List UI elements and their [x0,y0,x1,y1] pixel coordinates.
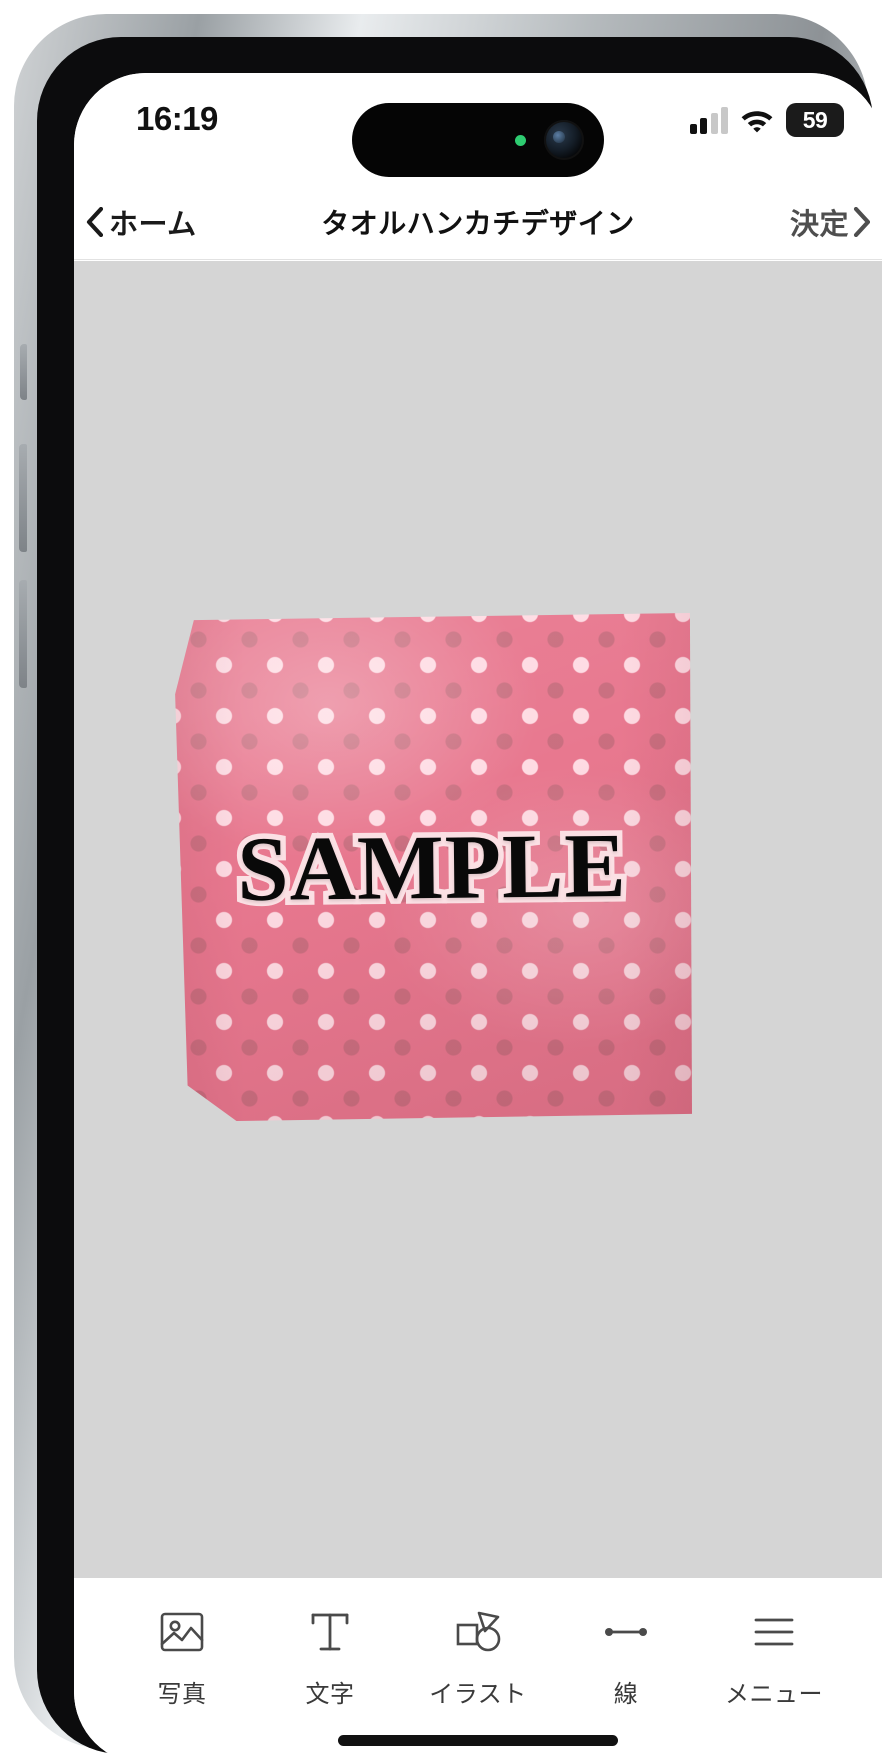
silent-switch-button[interactable] [20,344,27,400]
tool-illustration-label: イラスト [429,1681,527,1708]
tool-menu-label: メニュー [725,1681,823,1708]
tool-photo[interactable]: 写真 [118,1604,246,1709]
volume-up-button[interactable] [19,444,27,552]
front-camera-icon [544,120,584,160]
phone-screen: 16:19 59 ホーム タオルハンカチデザイン 決定 SAMPLE 写真 文字… [74,73,882,1764]
tool-line[interactable]: 線 [562,1604,690,1709]
green-recording-dot-icon [515,134,526,146]
hamburger-menu-icon [746,1604,802,1660]
back-button-label: ホーム [109,209,197,241]
tool-photo-label: 写真 [157,1681,207,1708]
page-title: タオルハンカチデザイン [321,208,635,239]
line-icon [598,1604,654,1660]
confirm-button[interactable]: 決定 [790,201,870,243]
tool-text[interactable]: 文字 [266,1604,394,1709]
status-bar-indicators: 59 [689,103,844,137]
battery-status-badge: 59 [786,103,844,137]
chevron-left-icon [86,207,103,237]
tool-illustration[interactable]: イラスト [414,1604,542,1709]
status-bar-clock: 16:19 [136,100,218,137]
cellular-bars-icon [689,106,728,134]
navigation-bar: ホーム タオルハンカチデザイン 決定 [74,185,882,260]
confirm-button-label: 決定 [789,209,849,241]
illustration-icon [450,1604,506,1660]
back-to-home-button[interactable]: ホーム [86,201,197,243]
phone-frame: 16:19 59 ホーム タオルハンカチデザイン 決定 SAMPLE 写真 文字… [14,14,882,1764]
volume-down-button[interactable] [19,580,27,688]
tool-line-label: 線 [613,1681,639,1708]
home-indicator[interactable] [338,1735,618,1746]
photo-icon [154,1604,210,1660]
sample-watermark-text: SAMPLE [231,808,632,925]
text-t-icon [302,1604,358,1660]
design-canvas[interactable]: SAMPLE [74,261,882,1578]
dynamic-island [352,103,604,177]
tool-menu[interactable]: メニュー [710,1604,838,1709]
chevron-right-icon [853,207,870,237]
wifi-icon [741,111,773,133]
tool-text-label: 文字 [305,1681,355,1708]
towel-handkerchief-preview[interactable]: SAMPLE [175,613,692,1121]
phone-bezel: 16:19 59 ホーム タオルハンカチデザイン 決定 SAMPLE 写真 文字… [37,37,882,1764]
